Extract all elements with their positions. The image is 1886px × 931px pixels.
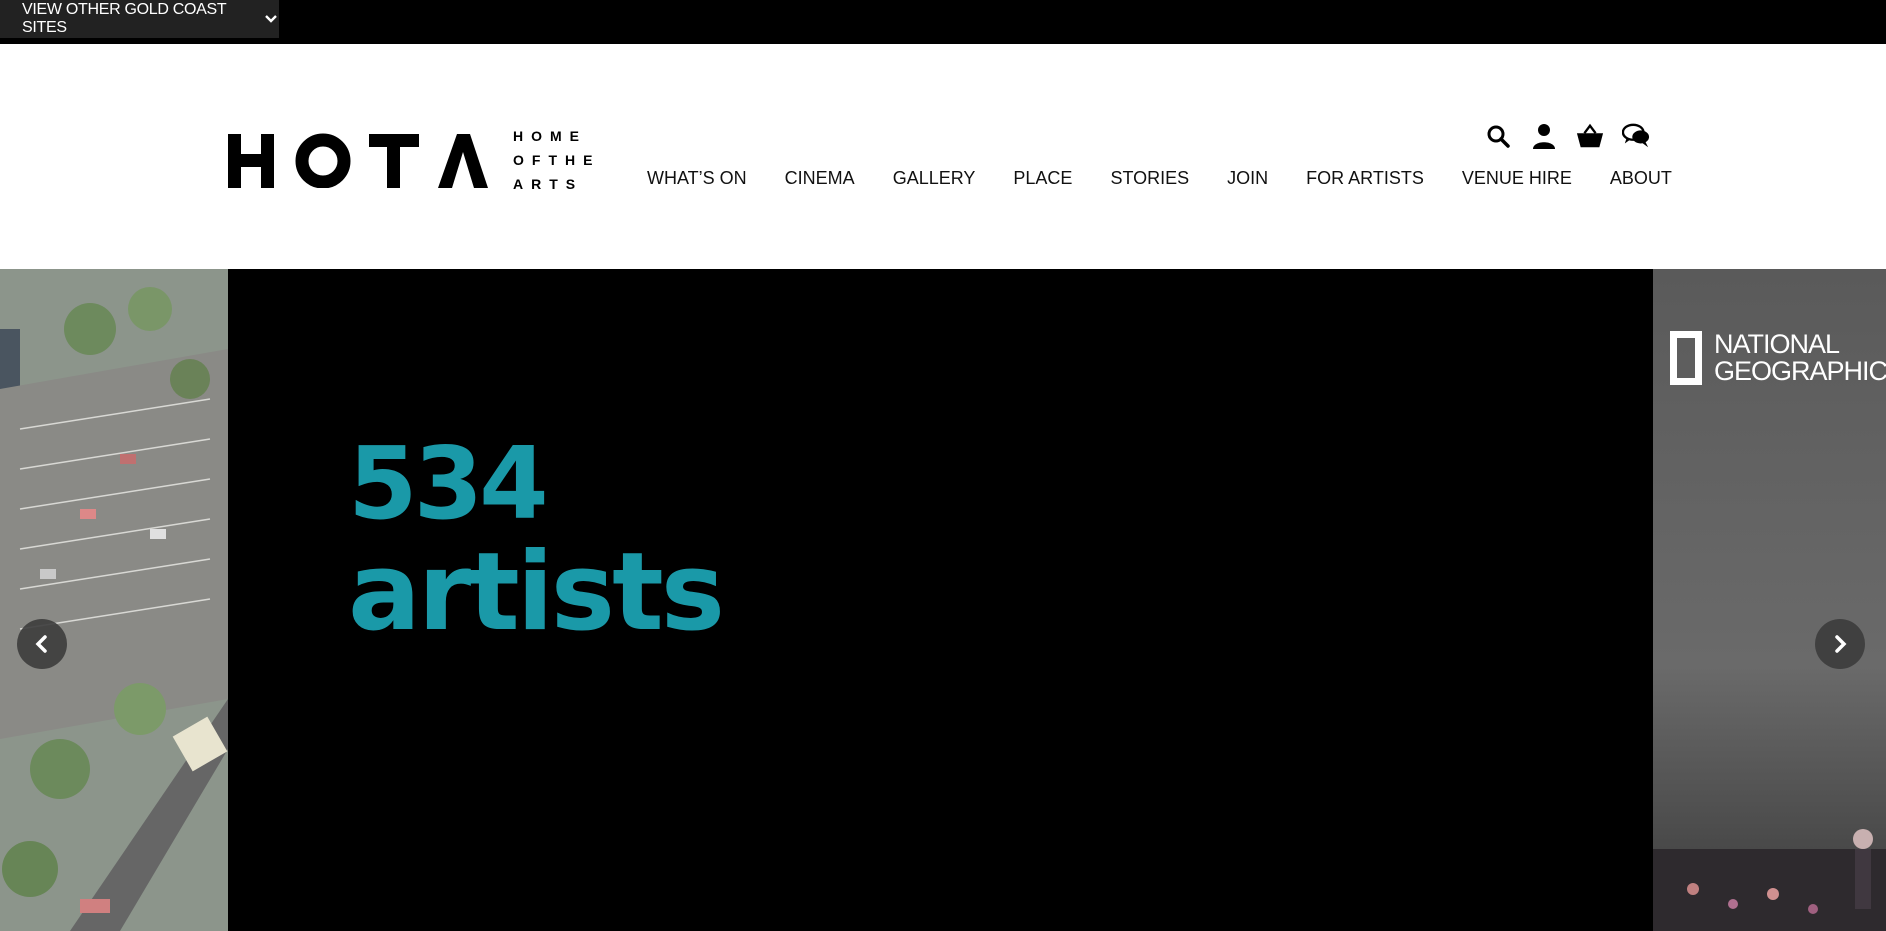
tagline-line-2: OFTHE	[513, 152, 601, 168]
carousel-next-button[interactable]	[1815, 619, 1865, 669]
hota-logo[interactable]: HOME OFTHE ARTS	[228, 124, 600, 196]
nav-item-gallery[interactable]: GALLERY	[893, 168, 976, 189]
header-icons	[1484, 122, 1650, 150]
chevron-left-icon	[35, 635, 47, 653]
next-slide-image: NATIONAL GEOGRAPHIC	[1653, 269, 1886, 931]
current-slide: 534 artists	[228, 269, 1653, 931]
nav-item-about[interactable]: ABOUT	[1610, 168, 1672, 189]
natgeo-line-1: NATIONAL	[1714, 329, 1840, 359]
carousel-prev-button[interactable]	[17, 619, 67, 669]
account-icon[interactable]	[1530, 122, 1558, 150]
nav-item-venue-hire[interactable]: VENUE HIRE	[1462, 168, 1572, 189]
hota-tagline: HOME OFTHE ARTS	[513, 124, 600, 196]
chat-icon[interactable]	[1622, 122, 1650, 150]
search-icon[interactable]	[1484, 122, 1512, 150]
other-sites-label: VIEW OTHER GOLD COAST SITES	[22, 1, 227, 36]
national-geographic-logo: NATIONAL GEOGRAPHIC	[1670, 331, 1886, 385]
chevron-down-icon	[263, 11, 279, 27]
cart-icon[interactable]	[1576, 122, 1604, 150]
nav-item-stories[interactable]: STORIES	[1110, 168, 1189, 189]
hota-wordmark	[228, 132, 488, 188]
previous-slide-aerial-image	[0, 269, 228, 931]
main-nav: WHAT’S ON CINEMA GALLERY PLACE STORIES J…	[647, 168, 1672, 189]
nav-item-for-artists[interactable]: FOR ARTISTS	[1306, 168, 1424, 189]
chevron-right-icon	[1835, 635, 1847, 653]
natgeo-frame-icon	[1670, 331, 1702, 385]
site-header: HOME OFTHE ARTS WHAT’S ON CINEMA GALLERY…	[0, 44, 1886, 269]
tagline-line-3: ARTS	[513, 176, 584, 192]
nav-item-place[interactable]: PLACE	[1013, 168, 1072, 189]
stat-label: artists	[348, 530, 725, 655]
tagline-line-1: HOME	[513, 128, 587, 144]
stat-number: 534	[348, 425, 549, 542]
nav-item-join[interactable]: JOIN	[1227, 168, 1268, 189]
other-sites-dropdown[interactable]: VIEW OTHER GOLD COAST SITES	[0, 0, 279, 38]
nav-item-whats-on[interactable]: WHAT’S ON	[647, 168, 747, 189]
top-bar: VIEW OTHER GOLD COAST SITES	[0, 0, 1886, 44]
nav-item-cinema[interactable]: CINEMA	[785, 168, 855, 189]
hero-carousel: 534 artists NATIONAL GEOGRAPHIC	[0, 269, 1886, 931]
natgeo-line-2: GEOGRAPHIC	[1714, 356, 1886, 386]
